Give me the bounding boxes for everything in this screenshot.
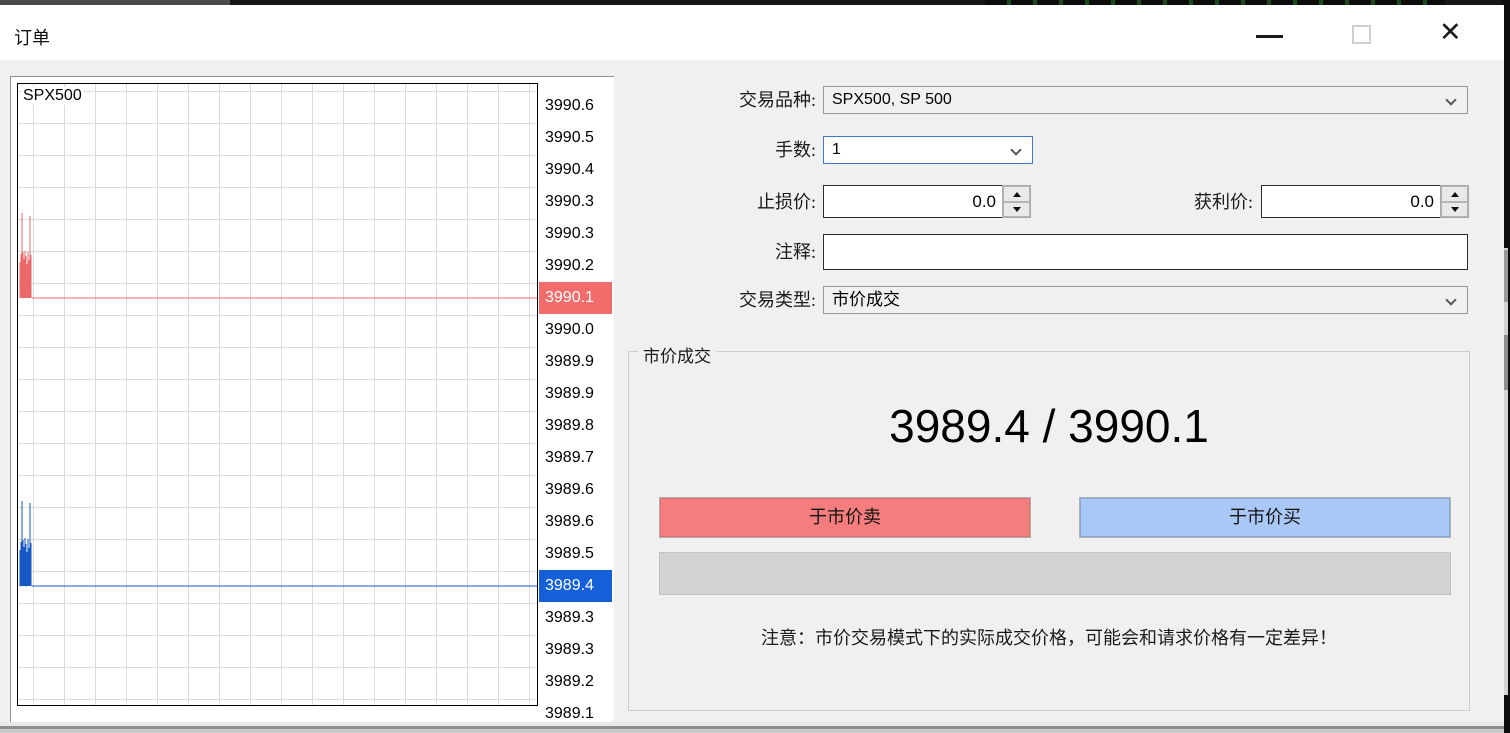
price-scale-label: 3990.3 (539, 218, 612, 250)
order-type-dropdown[interactable]: 市价成交 (823, 286, 1468, 314)
chart-symbol-label: SPX500 (21, 87, 84, 105)
arrow-up-icon (1013, 192, 1021, 197)
price-scale-label: 3989.6 (539, 506, 612, 538)
take-profit-spin-up-button[interactable] (1441, 186, 1468, 202)
symbol-dropdown[interactable]: SPX500, SP 500 (823, 86, 1468, 114)
title-bar: 订单 ✕ (0, 5, 1504, 60)
tick-chart-series (18, 84, 537, 705)
price-scale-label: 3989.5 (539, 538, 612, 570)
minimize-button[interactable] (1248, 19, 1292, 51)
buy-by-market-button[interactable]: 于市价买 (1079, 497, 1451, 538)
disabled-action-bar (659, 552, 1451, 595)
tick-chart-panel: SPX500 3990.63990.53990.43990.33990.3399… (10, 76, 614, 722)
chevron-down-icon (1010, 144, 1021, 155)
bid-tick-line (20, 501, 537, 586)
price-scale-label: 3989.2 (539, 666, 612, 698)
order-type-dropdown-value: 市价成交 (832, 290, 900, 309)
stop-loss-spin-up-button[interactable] (1003, 186, 1030, 202)
price-scale: 3990.63990.53990.43990.33990.33990.23990… (539, 90, 612, 722)
price-scale-label: 3989.4 (539, 570, 612, 602)
price-scale-label: 3990.4 (539, 154, 612, 186)
symbol-dropdown-value: SPX500, SP 500 (832, 91, 952, 108)
stop-loss-spin-down-button[interactable] (1003, 202, 1030, 218)
window-title: 订单 (14, 24, 50, 50)
price-scale-label: 3989.6 (539, 474, 612, 506)
volume-combobox-value: 1 (832, 141, 841, 158)
bid-price: 3989.4 (889, 400, 1030, 452)
price-scale-label: 3989.9 (539, 346, 612, 378)
minimize-icon (1256, 35, 1283, 38)
dialog-bottom-shadow (0, 729, 1504, 733)
stop-loss-label: 止损价: (656, 188, 816, 216)
ask-tick-line (20, 213, 537, 298)
take-profit-label: 获利价: (1093, 188, 1253, 216)
price-scale-label: 3989.8 (539, 410, 612, 442)
ask-price: 3990.1 (1068, 400, 1209, 452)
stop-loss-spinner (1002, 185, 1031, 218)
volume-combobox[interactable]: 1 (823, 136, 1033, 164)
take-profit-input[interactable] (1261, 185, 1441, 218)
groupbox-title: 市价成交 (638, 342, 716, 367)
tick-chart-plot: SPX500 (17, 83, 538, 706)
order-type-label: 交易类型: (656, 286, 816, 314)
take-profit-spinner (1440, 185, 1469, 218)
price-scale-label: 3989.1 (539, 698, 612, 722)
close-icon: ✕ (1439, 17, 1462, 48)
price-scale-label: 3990.6 (539, 90, 612, 122)
market-execution-note: 注意：市价交易模式下的实际成交价格，可能会和请求价格有一定差异！ (628, 624, 1470, 650)
arrow-up-icon (1451, 192, 1459, 197)
stop-loss-input[interactable] (823, 185, 1003, 218)
chevron-down-icon (1445, 94, 1456, 105)
price-scale-label: 3990.3 (539, 186, 612, 218)
price-scale-label: 3990.0 (539, 314, 612, 346)
price-scale-label: 3989.3 (539, 602, 612, 634)
price-scale-label: 3990.1 (539, 282, 612, 314)
price-scale-label: 3990.5 (539, 122, 612, 154)
bid-ask-quote: 3989.4 / 3990.1 (628, 399, 1470, 453)
maximize-button[interactable] (1344, 17, 1380, 53)
price-scale-label: 3989.3 (539, 634, 612, 666)
comment-label: 注释: (656, 238, 816, 266)
price-scale-label: 3990.2 (539, 250, 612, 282)
arrow-down-icon (1451, 207, 1459, 212)
comment-input[interactable] (823, 234, 1468, 270)
arrow-down-icon (1013, 207, 1021, 212)
price-scale-label: 3989.7 (539, 442, 612, 474)
sell-by-market-button[interactable]: 于市价卖 (659, 497, 1031, 538)
volume-field-label: 手数: (696, 136, 816, 164)
chevron-down-icon (1445, 294, 1456, 305)
price-scale-label: 3989.9 (539, 378, 612, 410)
close-button[interactable]: ✕ (1434, 13, 1478, 57)
symbol-field-label: 交易品种: (640, 86, 816, 114)
take-profit-spin-down-button[interactable] (1441, 202, 1468, 218)
maximize-icon (1352, 25, 1371, 44)
quote-separator: / (1030, 400, 1068, 452)
